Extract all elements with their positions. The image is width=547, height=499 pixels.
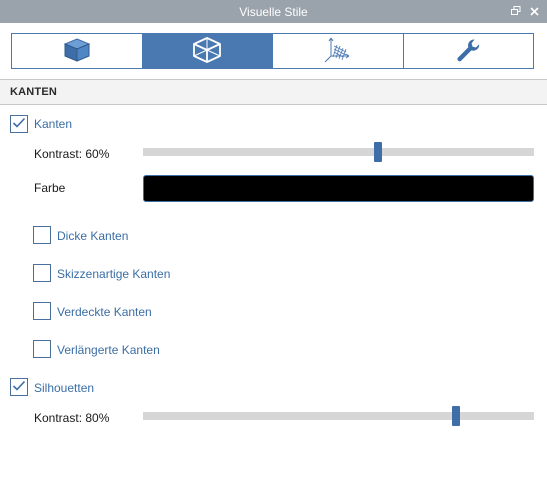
- silhouettes-contrast-label: Kontrast: 80%: [34, 411, 110, 425]
- thick-edges-checkbox[interactable]: [33, 226, 51, 244]
- extended-edges-checkbox[interactable]: [33, 340, 51, 358]
- edges-color-label: Farbe: [34, 181, 66, 195]
- hidden-edges-checkbox[interactable]: [33, 302, 51, 320]
- section-header-edges: KANTEN: [0, 79, 547, 105]
- thick-edges-label[interactable]: Dicke Kanten: [57, 229, 128, 243]
- window-title: Visuelle Stile: [239, 4, 308, 19]
- edges-contrast-slider-track[interactable]: [143, 148, 534, 156]
- close-icon[interactable]: [528, 4, 541, 18]
- hidden-edges-label[interactable]: Verdeckte Kanten: [57, 305, 152, 319]
- edges-checkbox[interactable]: [10, 115, 28, 133]
- style-tabs: [11, 33, 534, 69]
- extended-edges-label[interactable]: Verlängerte Kanten: [57, 343, 160, 357]
- checkmark-icon: [12, 117, 26, 132]
- edges-color-picker[interactable]: [143, 175, 534, 202]
- tab-solid-styles[interactable]: [12, 34, 143, 68]
- silhouettes-contrast-slider-track[interactable]: [143, 412, 534, 420]
- edges-contrast-slider-thumb[interactable]: [373, 142, 382, 162]
- sketchy-edges-checkbox[interactable]: [33, 264, 51, 282]
- section-title: KANTEN: [10, 86, 58, 98]
- tab-axes-grid[interactable]: [273, 34, 404, 68]
- tab-wireframe-styles[interactable]: [142, 34, 273, 68]
- restore-window-icon[interactable]: [509, 4, 522, 18]
- checkmark-icon: [12, 380, 26, 395]
- silhouettes-checkbox[interactable]: [10, 378, 28, 396]
- title-bar: Visuelle Stile: [0, 0, 547, 23]
- silhouettes-contrast-slider-thumb[interactable]: [451, 406, 460, 426]
- axes-grid-icon: [323, 36, 353, 67]
- silhouettes-checkbox-label[interactable]: Silhouetten: [34, 381, 94, 395]
- wrench-icon: [454, 36, 482, 67]
- sketchy-edges-label[interactable]: Skizzenartige Kanten: [57, 267, 170, 281]
- tab-settings[interactable]: [404, 34, 534, 68]
- edges-checkbox-label[interactable]: Kanten: [34, 117, 72, 131]
- solid-cube-icon: [63, 37, 91, 66]
- wireframe-cube-icon: [192, 36, 222, 67]
- edges-contrast-label: Kontrast: 60%: [34, 147, 110, 161]
